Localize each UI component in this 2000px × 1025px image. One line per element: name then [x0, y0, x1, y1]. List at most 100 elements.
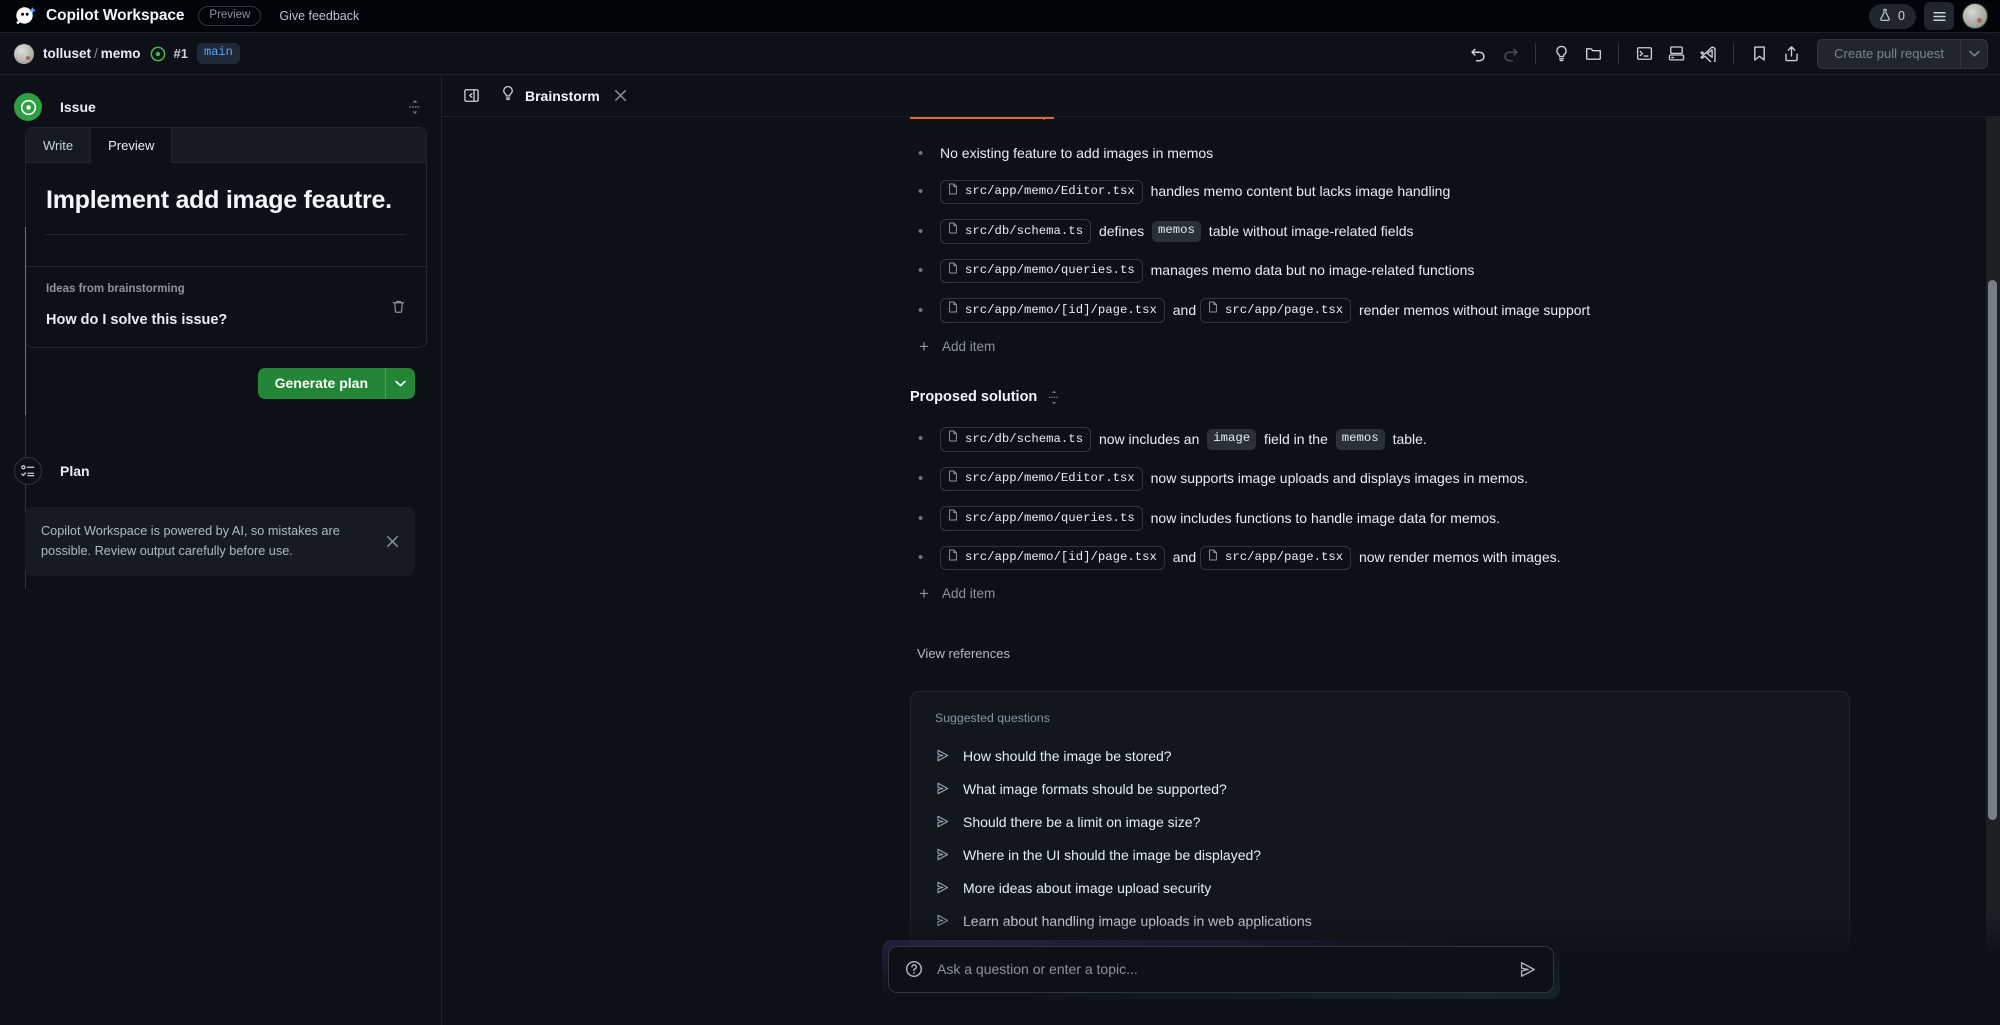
- give-feedback-link[interactable]: Give feedback: [279, 9, 359, 23]
- vscode-icon[interactable]: [1692, 39, 1724, 69]
- redo-icon[interactable]: [1494, 39, 1526, 69]
- divider: [1733, 43, 1735, 64]
- step-header-plan[interactable]: Plan: [14, 439, 427, 491]
- lightbulb-icon[interactable]: [1545, 39, 1577, 69]
- item-text: manages memo data but no image-related f…: [1146, 262, 1475, 279]
- inline-code: memos: [1335, 428, 1385, 450]
- file-chip[interactable]: src/db/schema.ts: [940, 219, 1092, 244]
- list-item[interactable]: src/db/schema.ts defines memos table wit…: [910, 219, 1850, 244]
- suggested-question-item[interactable]: Should there be a limit on image size?: [933, 805, 1827, 838]
- suggested-questions-panel: Suggested questions How should the image…: [910, 691, 1850, 959]
- tab-brainstorm[interactable]: Brainstorm: [500, 85, 630, 106]
- suggested-question-item[interactable]: Learn about handling image uploads in we…: [933, 904, 1827, 937]
- file-chip[interactable]: src/db/schema.ts: [940, 427, 1092, 452]
- view-references-link[interactable]: View references: [910, 646, 1850, 661]
- add-item-button[interactable]: + Add item: [910, 338, 1850, 355]
- section-heading-text: Proposed solution: [910, 389, 1038, 406]
- tab-preview[interactable]: Preview: [91, 128, 173, 163]
- list-item[interactable]: src/app/memo/[id]/page.tsx and src/app/p…: [910, 545, 1850, 571]
- bookmark-icon[interactable]: [1743, 39, 1775, 69]
- file-icon: [947, 509, 959, 527]
- divider: [1618, 43, 1620, 64]
- lightbulb-icon: [500, 85, 516, 106]
- suggested-question-label: Learn about handling image uploads in we…: [963, 912, 1312, 929]
- suggested-question-item[interactable]: More ideas about image upload security: [933, 871, 1827, 904]
- list-item[interactable]: src/app/memo/Editor.tsx now supports ima…: [910, 466, 1850, 492]
- section-item-list: src/db/schema.ts now includes an image f…: [910, 427, 1850, 571]
- issue-number[interactable]: #1: [174, 46, 188, 61]
- list-item[interactable]: src/db/schema.ts now includes an image f…: [910, 427, 1850, 452]
- plus-icon: +: [919, 584, 929, 604]
- repo-header-actions: Create pull request: [1462, 38, 1988, 69]
- item-text: and: [1168, 549, 1201, 566]
- create-pull-request-caret-icon[interactable]: [1960, 38, 1988, 69]
- close-icon[interactable]: [612, 87, 630, 105]
- main-scroll-area[interactable]: Current behavior No existing feature to a…: [442, 117, 2000, 1025]
- generate-plan-button[interactable]: Generate plan: [257, 367, 385, 399]
- composer-input[interactable]: [937, 961, 1505, 977]
- suggested-question-label: What image formats should be supported?: [963, 780, 1227, 797]
- file-chip[interactable]: src/app/memo/Editor.tsx: [940, 179, 1143, 205]
- composer-glow: [882, 940, 1560, 999]
- suggested-question-item[interactable]: How should the image be stored?: [933, 739, 1827, 772]
- file-icon: [947, 183, 959, 201]
- send-triangle-icon: [935, 880, 950, 895]
- lab-badge[interactable]: 0: [1869, 3, 1916, 29]
- list-item[interactable]: src/app/memo/[id]/page.tsx and src/app/p…: [910, 298, 1850, 324]
- main-tabbar: Brainstorm: [442, 75, 2000, 117]
- terminal-icon[interactable]: [1628, 39, 1660, 69]
- sections-host: Current behavior No existing feature to a…: [910, 117, 1850, 602]
- file-chip[interactable]: src/app/memo/[id]/page.tsx: [940, 298, 1165, 324]
- list-item[interactable]: src/app/memo/queries.ts now includes fun…: [910, 506, 1850, 531]
- branch-chip[interactable]: main: [197, 43, 240, 64]
- file-chip[interactable]: src/app/memo/queries.ts: [940, 258, 1143, 284]
- scrollbar-thumb[interactable]: [1988, 280, 1997, 820]
- file-chip[interactable]: src/app/page.tsx: [1200, 545, 1352, 571]
- user-avatar[interactable]: [1962, 3, 1988, 29]
- divider: [1535, 43, 1537, 64]
- file-chip[interactable]: src/app/memo/Editor.tsx: [940, 466, 1143, 492]
- generate-plan-caret-icon[interactable]: [385, 367, 415, 399]
- checklist-icon: [14, 456, 42, 485]
- add-item-button[interactable]: + Add item: [910, 585, 1850, 602]
- plus-icon: +: [919, 337, 929, 357]
- file-chip[interactable]: src/app/memo/queries.ts: [940, 506, 1143, 531]
- send-triangle-icon[interactable]: [1518, 960, 1538, 979]
- step-header-issue[interactable]: Issue: [14, 75, 427, 127]
- file-chip-label: src/app/page.tsx: [1225, 302, 1344, 317]
- trash-icon[interactable]: [386, 295, 410, 319]
- undo-icon[interactable]: [1462, 39, 1494, 69]
- sidebar-toggle-icon[interactable]: [456, 82, 486, 110]
- codespace-icon[interactable]: [1660, 39, 1692, 69]
- suggested-question-item[interactable]: Where in the UI should the image be disp…: [933, 838, 1827, 871]
- close-icon[interactable]: [382, 531, 402, 551]
- workspace-body: Issue Write Preview Implement add image …: [0, 75, 2000, 1025]
- list-item[interactable]: src/app/memo/queries.ts manages memo dat…: [910, 258, 1850, 284]
- send-triangle-icon: [935, 781, 950, 796]
- composer[interactable]: [888, 945, 1554, 993]
- breadcrumb-owner[interactable]: tolluset: [43, 46, 91, 61]
- repo-header: tolluset / memo #1 main Create pull requ…: [0, 33, 2000, 75]
- issue-step-icon: [14, 93, 42, 121]
- drag-handle-icon[interactable]: [1048, 390, 1060, 405]
- list-item[interactable]: No existing feature to add images in mem…: [910, 143, 1850, 165]
- tab-write[interactable]: Write: [26, 128, 92, 162]
- list-item[interactable]: src/app/memo/Editor.tsx handles memo con…: [910, 179, 1850, 205]
- create-pull-request-button[interactable]: Create pull request: [1817, 38, 1960, 69]
- copilot-workspace-logo-icon: [12, 3, 38, 29]
- file-chip-label: src/app/memo/Editor.tsx: [965, 184, 1135, 199]
- hamburger-menu-icon[interactable]: [1924, 2, 1954, 30]
- share-icon[interactable]: [1775, 39, 1807, 69]
- file-icon: [947, 470, 959, 488]
- file-chip[interactable]: src/app/memo/[id]/page.tsx: [940, 545, 1165, 571]
- drag-handle-icon[interactable]: [403, 95, 427, 119]
- item-text: table.: [1388, 430, 1427, 447]
- item-text: handles memo content but lacks image han…: [1146, 183, 1451, 200]
- breadcrumb-repo[interactable]: memo: [101, 46, 141, 61]
- suggested-question-item[interactable]: What image formats should be supported?: [933, 772, 1827, 805]
- issue-body-empty: [46, 233, 406, 266]
- file-chip[interactable]: src/app/page.tsx: [1200, 298, 1352, 324]
- file-chip-label: src/db/schema.ts: [965, 223, 1084, 238]
- folder-icon[interactable]: [1577, 39, 1609, 69]
- suggested-question-label: How should the image be stored?: [963, 747, 1172, 764]
